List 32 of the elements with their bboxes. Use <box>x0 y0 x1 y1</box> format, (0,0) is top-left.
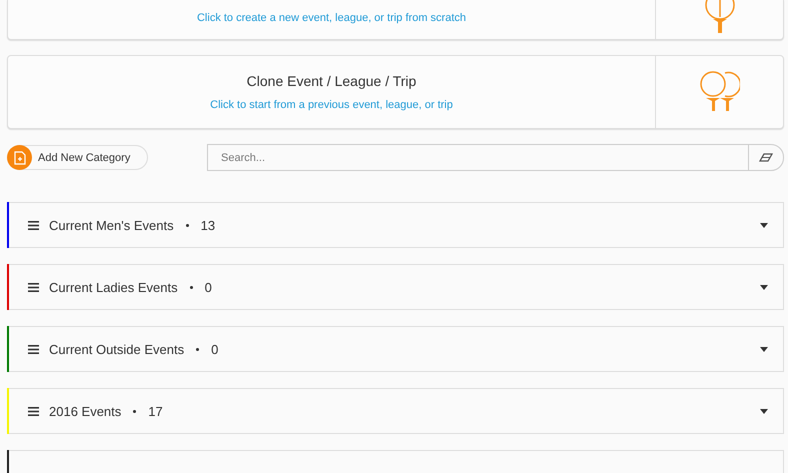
drag-handle-icon[interactable] <box>28 220 39 230</box>
category-row[interactable]: Current Ladies Events 0 <box>7 264 784 310</box>
golf-tees-icon <box>700 71 740 113</box>
caret-icon[interactable] <box>760 408 768 414</box>
event-count: 17 <box>148 404 163 418</box>
separator-dot <box>190 286 193 288</box>
add-category-button[interactable]: Add New Category <box>7 145 148 170</box>
category-row[interactable]: Current Outside Events 0 <box>7 326 784 372</box>
drag-handle-icon[interactable] <box>28 344 39 354</box>
drag-handle-icon[interactable] <box>28 406 39 416</box>
action-card[interactable]: Clone Event / League / Trip Click to start from a previous event, league, or trip <box>7 55 784 129</box>
event-count: 0 <box>211 342 218 356</box>
event-count: 0 <box>204 280 212 294</box>
new-file-icon <box>14 150 26 164</box>
category-row[interactable]: Current Men's Events 13 <box>7 202 784 248</box>
category-row[interactable]: 2016 Events 17 <box>7 388 784 434</box>
separator-dot <box>196 348 200 350</box>
drag-handle-icon[interactable] <box>28 282 39 292</box>
category-name: Current Ladies Events <box>49 280 178 294</box>
caret-icon[interactable] <box>760 284 768 290</box>
caret-icon[interactable] <box>760 222 768 228</box>
search-field[interactable]: Search... <box>207 144 748 171</box>
category-name: Current Outside Events <box>49 342 184 356</box>
separator-dot <box>133 410 136 412</box>
category-name: Current Men's Events <box>49 218 174 232</box>
separator-dot <box>186 224 189 226</box>
caret-icon[interactable] <box>760 346 768 352</box>
clear-search-button[interactable] <box>748 144 784 171</box>
event-count: 13 <box>200 218 216 232</box>
card-title: Clone Event / League / Trip <box>246 73 416 89</box>
category-name: 2016 Events <box>49 404 122 418</box>
eraser-icon <box>759 153 773 162</box>
